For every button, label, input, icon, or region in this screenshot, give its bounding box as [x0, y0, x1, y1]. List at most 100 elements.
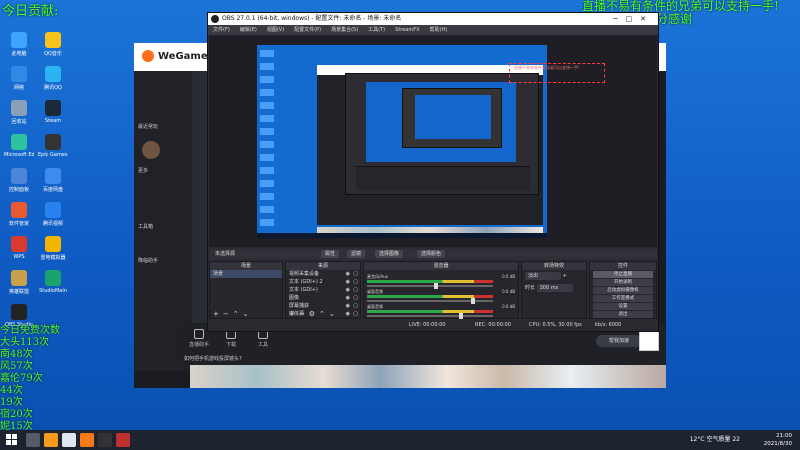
app-icon — [45, 236, 61, 252]
sources-dock-title: 来源 — [286, 262, 360, 270]
app-icon — [11, 66, 27, 82]
desktop-icon-label: 雷电模拟器 — [40, 255, 66, 261]
sources-dock-controls[interactable]: +−⚙⌃⌄ — [286, 310, 360, 318]
desktop-icon[interactable]: 软件管家 — [4, 202, 34, 227]
desktop-icon[interactable]: 腾讯视频 — [38, 202, 68, 227]
menu-view[interactable]: 视图(V) — [262, 25, 289, 35]
source-item[interactable]: 屏幕捕获 ◉ ▢ — [286, 302, 360, 310]
taskbar: 12°C 空气质量 22 21:00 2021/8/30 — [0, 430, 800, 450]
free-count-row: 宿20次 — [0, 409, 33, 420]
mixer-channel: 桌面音频 0.0 dB — [367, 304, 515, 319]
preview-desktop-icons — [260, 50, 274, 228]
desktop-icon[interactable]: 此电脑 — [4, 32, 34, 57]
desktop-icon-label: 腾讯视频 — [42, 221, 63, 227]
desktop-icon[interactable]: StudioMain — [38, 270, 68, 294]
menu-help[interactable]: 帮助(H) — [425, 25, 453, 35]
exit-button[interactable]: 退出 — [593, 311, 653, 318]
source-item[interactable]: 文本 (GDI+) 2 ◉ ▢ — [286, 278, 360, 286]
taskbar-app-icon[interactable] — [62, 433, 76, 447]
game-avatar[interactable] — [142, 141, 160, 159]
desktop-icon[interactable]: Epic Games Launcher — [38, 134, 68, 158]
virtual-camera-button[interactable]: 启动虚拟摄像机 — [593, 287, 653, 294]
taskbar-app-icon[interactable] — [44, 433, 58, 447]
start-recording-button[interactable]: 开始录制 — [593, 279, 653, 286]
taskbar-app-icon[interactable] — [80, 433, 94, 447]
obs-titlebar: OBS 27.0.1 (64-bit, windows) - 配置文件: 未命名… — [208, 13, 658, 25]
desktop-icon[interactable]: 回收站 — [4, 100, 34, 125]
mixer-channel: 桌面音频 0.0 dB — [367, 289, 515, 304]
select-image-button[interactable]: 选择图像 — [375, 250, 404, 258]
controls-dock: 控件 停止直播 开始录制 启动虚拟摄像机 工作室模式 设置 退出 — [589, 261, 657, 319]
helper-label[interactable]: 降临助手 — [138, 257, 188, 264]
obs-preview[interactable]: 直播不易有条件的兄弟可以支持一手! — [209, 35, 657, 247]
desktop-icon-label: 软件管家 — [8, 221, 29, 227]
desktop-icon[interactable]: 雷电模拟器 — [38, 236, 68, 261]
transition-select[interactable]: 淡出 — [525, 272, 561, 280]
studio-mode-button[interactable]: 工作室模式 — [593, 295, 653, 302]
mixer-db-value: 0.0 dB — [502, 304, 515, 309]
window-controls[interactable]: ─□✕ — [613, 13, 654, 25]
scenes-dock-controls[interactable]: +−⌃⌄ — [210, 310, 282, 318]
mixer-dock-title: 混音器 — [364, 262, 518, 270]
desktop-icon-label: WPS — [13, 254, 25, 260]
select-color-button[interactable]: 选择颜色 — [417, 250, 446, 258]
toolbox-label[interactable]: 工具箱 — [138, 223, 188, 230]
live-time: LIVE: 00:00:00 — [409, 322, 446, 328]
properties-button[interactable]: 属性 — [321, 250, 340, 258]
duration-input[interactable]: 300 ms — [536, 284, 573, 292]
volume-slider[interactable] — [367, 298, 493, 304]
source-item[interactable]: 视频采集设备 ◉ ▢ — [286, 270, 360, 278]
stop-streaming-button[interactable]: 停止直播 — [593, 271, 653, 278]
desktop-icon[interactable]: 控制面板 — [4, 168, 34, 193]
weather-widget[interactable]: 12°C 空气质量 22 — [690, 430, 740, 450]
desktop-icon[interactable]: Microsoft Edge — [4, 134, 34, 158]
volume-slider[interactable] — [367, 283, 493, 289]
desktop-icon[interactable]: WPS — [4, 236, 34, 260]
visibility-eye-icon: ◉ — [345, 279, 350, 285]
desktop-icon[interactable]: Steam — [38, 100, 68, 124]
menu-edit[interactable]: 编辑(E) — [235, 25, 262, 35]
transition-add-icon[interactable]: + — [563, 273, 567, 279]
taskbar-app-icon[interactable] — [26, 433, 40, 447]
accelerate-button[interactable]: 帮我加速 — [596, 335, 642, 347]
desktop-icon[interactable]: 英雄联盟 — [4, 270, 34, 295]
app-icon — [11, 236, 27, 252]
menu-scene-collection[interactable]: 场景集合(S) — [326, 25, 363, 35]
menu-streamfx[interactable]: StreamFX — [390, 25, 424, 35]
desktop-icon[interactable]: QQ音乐 — [38, 32, 68, 57]
source-item[interactable]: 文本 (GDI+) ◉ ▢ — [286, 286, 360, 294]
scenes-dock-title: 场景 — [210, 262, 282, 270]
taskbar-app-icon[interactable] — [116, 433, 130, 447]
volume-slider[interactable] — [367, 313, 493, 319]
desktop-icon[interactable]: 腾讯QQ — [38, 66, 68, 91]
settings-button[interactable]: 设置 — [593, 303, 653, 310]
kbps: kb/s: 6000 — [595, 322, 622, 328]
desktop-icon[interactable]: 百度网盘 — [38, 168, 68, 193]
scenes-dock: 场景 场景 +−⌃⌄ — [209, 261, 283, 319]
menu-file[interactable]: 文件(F) — [208, 25, 235, 35]
app-icon — [11, 32, 27, 48]
desktop-icon[interactable]: 网络 — [4, 66, 34, 91]
source-item[interactable]: 图像 ◉ ▢ — [286, 294, 360, 302]
more-label[interactable]: 更多 — [138, 167, 188, 174]
scene-item[interactable]: 场景 — [210, 270, 282, 278]
desktop-icon-label: QQ音乐 — [44, 51, 62, 57]
wegame-hint[interactable]: 如何把手机游戏投屏镜头? — [184, 355, 242, 362]
start-icon[interactable] — [6, 434, 18, 446]
taskbar-app-icon[interactable] — [98, 433, 112, 447]
volume-meter — [367, 280, 493, 283]
clock[interactable]: 21:00 2021/8/30 — [744, 432, 792, 448]
free-count-row: 44次 — [0, 385, 23, 396]
app-icon — [45, 134, 61, 150]
wegame-logo[interactable]: WeGame — [142, 50, 208, 62]
preview-selected-source[interactable]: 直播不易有条件的兄弟可以支持一手! — [509, 63, 605, 83]
menu-profile[interactable]: 配置文件(P) — [289, 25, 326, 35]
volume-slider-knob[interactable] — [458, 313, 463, 319]
sources-dock: 来源 视频采集设备 ◉ ▢ 文本 (GDI+) 2 ◉ ▢ 文本 (GDI+) ◉ ▢ 图像… — [285, 261, 361, 319]
desktop-icon-label: 控制面板 — [8, 187, 29, 193]
lock-icon: ▢ — [353, 295, 358, 301]
controls-dock-title: 控件 — [590, 262, 656, 270]
mixer-channel-name: 麦克风/Aux — [367, 274, 388, 279]
filters-button[interactable]: 滤镜 — [347, 250, 366, 258]
menu-tools[interactable]: 工具(T) — [363, 25, 390, 35]
